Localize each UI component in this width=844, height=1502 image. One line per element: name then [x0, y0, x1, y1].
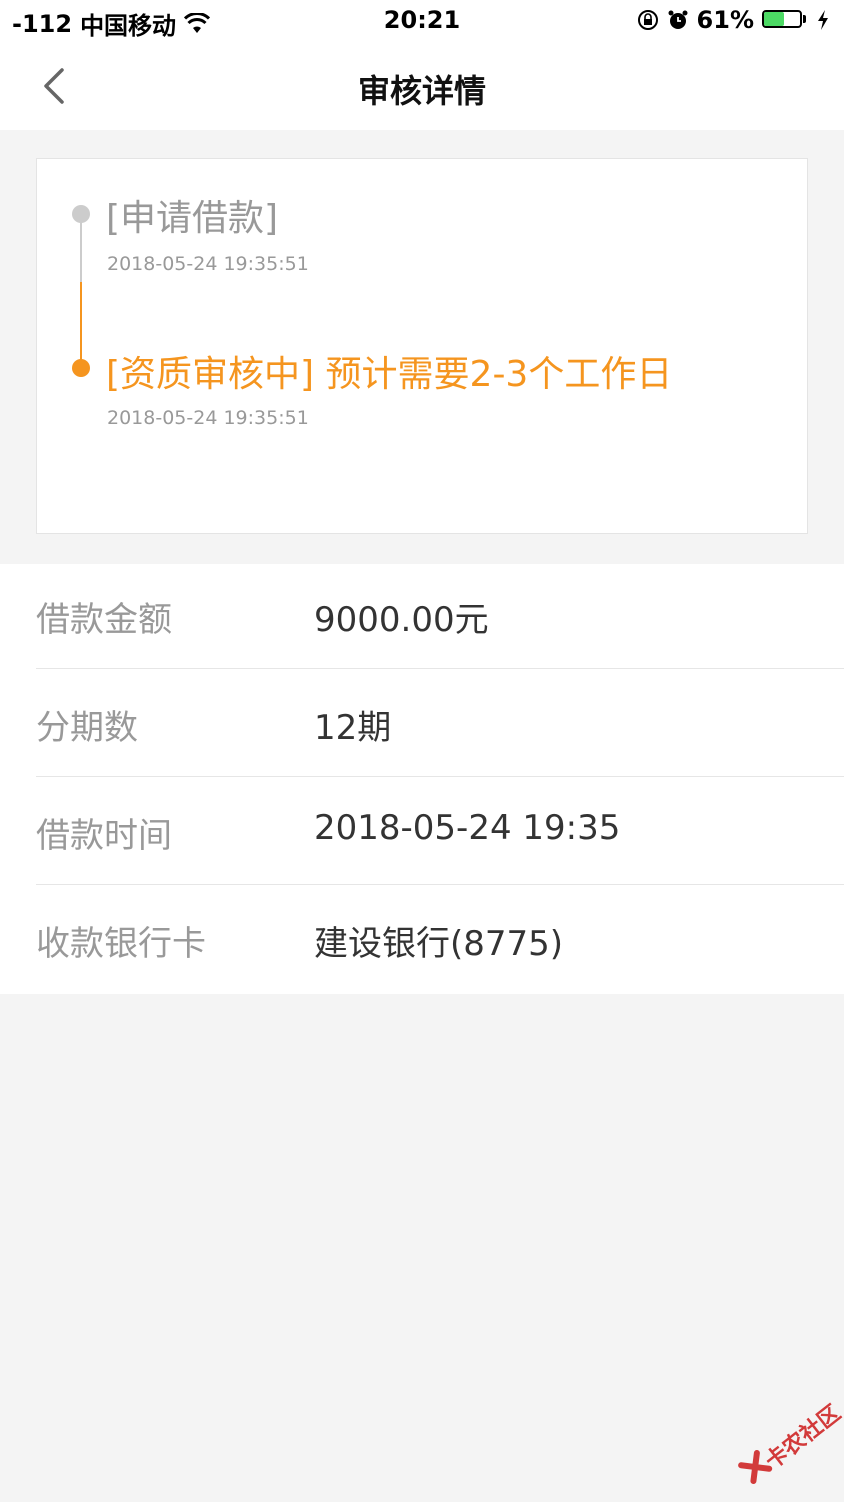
- page-title: 审核详情: [357, 72, 486, 110]
- row-divider: [36, 668, 844, 669]
- detail-label: 借款金额: [36, 600, 172, 640]
- detail-value: 2018-05-24 19:35: [314, 808, 621, 848]
- battery-percent: 61%: [696, 6, 754, 34]
- rotation-lock-icon: [637, 9, 659, 31]
- review-timeline: [申请借款] 2018-05-24 19:35:51 [资质审核中] 预计需要2…: [36, 158, 808, 534]
- battery-icon: [762, 10, 808, 30]
- timeline-step-title-current: [资质审核中] 预计需要2-3个工作日: [106, 354, 673, 395]
- watermark: 卡农社区: [728, 1394, 844, 1502]
- detail-row-amount: 借款金额 9000.00元: [36, 564, 844, 672]
- charging-bolt-icon: [816, 9, 830, 31]
- timeline-step-time-current: 2018-05-24 19:35:51: [107, 407, 309, 429]
- detail-label: 借款时间: [36, 816, 172, 856]
- timeline-step-time: 2018-05-24 19:35:51: [107, 253, 309, 275]
- row-divider: [36, 776, 844, 777]
- detail-value: 建设银行(8775): [314, 924, 564, 964]
- timeline-step-title: [申请借款]: [106, 198, 279, 239]
- nav-bar: 审核详情: [0, 44, 844, 130]
- timeline-dot-current: [72, 359, 90, 377]
- alarm-icon: [667, 9, 689, 31]
- detail-row-loan-time: 借款时间 2018-05-24 19:35: [36, 780, 844, 888]
- row-divider: [36, 884, 844, 885]
- timeline-connector-current: [80, 282, 82, 368]
- detail-row-bank-card: 收款银行卡 建设银行(8775): [36, 888, 844, 996]
- watermark-text: 卡农社区: [760, 1400, 844, 1475]
- status-bar: -112 中国移动 20:21 61%: [0, 0, 844, 44]
- detail-row-installments: 分期数 12期: [36, 672, 844, 780]
- detail-label: 分期数: [36, 708, 138, 748]
- loan-detail-list: 借款金额 9000.00元 分期数 12期 借款时间 2018-05-24 19…: [0, 564, 844, 994]
- detail-value: 9000.00元: [314, 600, 489, 640]
- status-right: 61%: [637, 6, 830, 34]
- detail-label: 收款银行卡: [36, 924, 206, 964]
- timeline-connector-done: [80, 214, 82, 282]
- battery-fill: [764, 12, 784, 26]
- timeline-dot-done: [72, 205, 90, 223]
- detail-value: 12期: [314, 708, 392, 748]
